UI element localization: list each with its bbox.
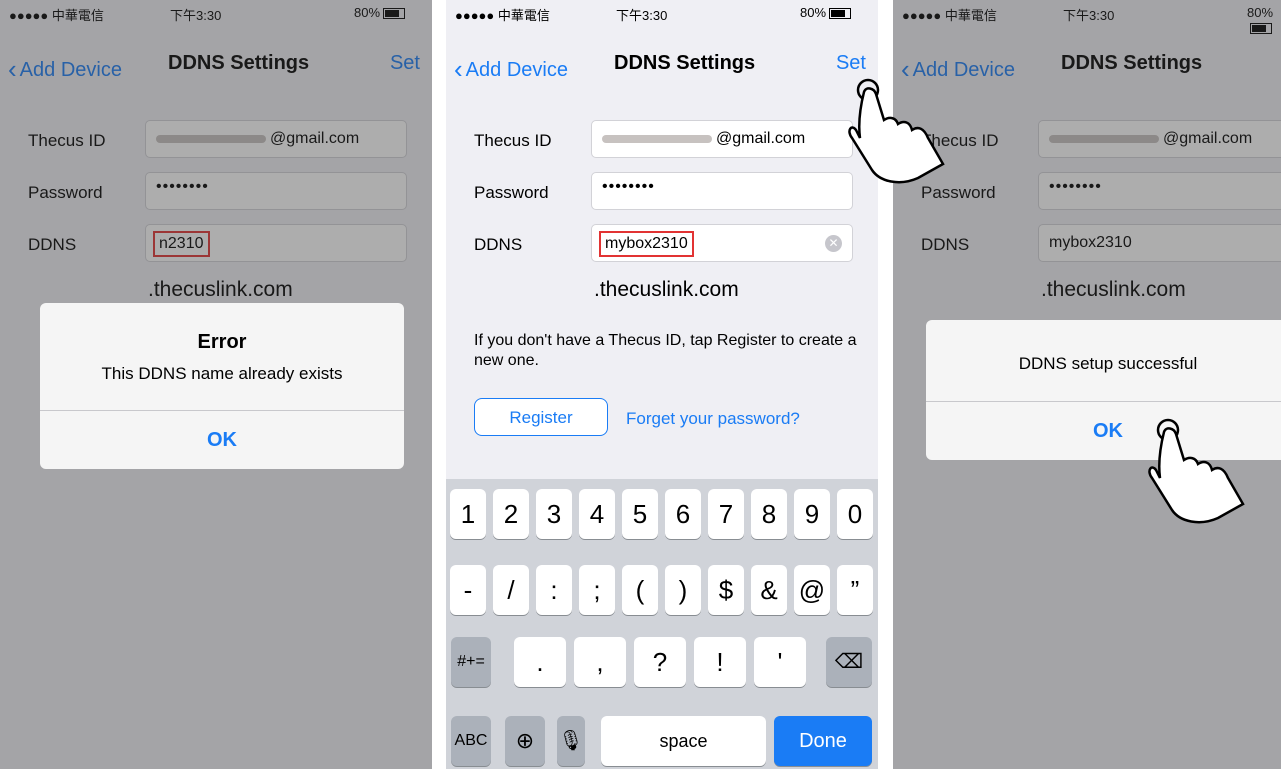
key-7[interactable]: 8 — [751, 489, 787, 539]
symbol-key-5[interactable]: ) — [665, 565, 701, 615]
ddns-label: DDNS — [474, 235, 523, 254]
key-8[interactable]: 9 — [794, 489, 830, 539]
password-label: Password — [474, 183, 549, 202]
symbol-key-6[interactable]: $ — [708, 565, 744, 615]
page-title: DDNS Settings — [614, 52, 756, 74]
thecus-id-field[interactable]: @gmail.com — [591, 120, 853, 158]
ddns-field[interactable]: mybox2310 ✕ — [591, 224, 853, 262]
key-5[interactable]: 6 — [665, 489, 701, 539]
set-button[interactable]: Set — [836, 52, 866, 75]
tap-hand-icon — [848, 78, 945, 184]
symbol-key-1[interactable]: / — [493, 565, 529, 615]
globe-icon[interactable]: ⊕ — [505, 716, 545, 766]
key-2[interactable]: 3 — [536, 489, 572, 539]
ddns-value-highlight: mybox2310 — [599, 231, 694, 257]
ddns-row: DDNS mybox2310 ✕ — [446, 224, 878, 264]
abc-key[interactable]: ABC — [451, 716, 491, 766]
blurred-email — [602, 134, 712, 143]
done-key[interactable]: Done — [774, 716, 872, 766]
back-button[interactable]: ‹ Add Device — [454, 52, 568, 84]
key-1[interactable]: 2 — [493, 489, 529, 539]
backspace-icon[interactable]: ⌫ — [826, 637, 872, 687]
key-9[interactable]: 0 — [837, 489, 873, 539]
punct-key-1[interactable]: . — [514, 637, 566, 687]
clock: 下午3:30 — [616, 8, 668, 23]
punct-key-4[interactable]: ! — [694, 637, 746, 687]
carrier-label: ●●●●● 中華電信 — [455, 8, 550, 23]
status-bar: ●●●●● 中華電信 下午3:30 80% — [446, 0, 878, 24]
thecus-id-row: Thecus ID @gmail.com — [446, 120, 878, 160]
key-3[interactable]: 4 — [579, 489, 615, 539]
symbol-key-2[interactable]: : — [536, 565, 572, 615]
error-alert: Error This DDNS name already exists OK — [40, 303, 404, 469]
battery-indicator: 80% — [800, 5, 852, 20]
punct-key-3[interactable]: ? — [634, 637, 686, 687]
key-6[interactable]: 7 — [708, 489, 744, 539]
forgot-password-link[interactable]: Forget your password? — [626, 409, 800, 429]
symbol-key-4[interactable]: ( — [622, 565, 658, 615]
screen-ddns-form: ●●●●● 中華電信 下午3:30 80% ‹ Add Device DDNS S… — [446, 0, 878, 769]
ok-button[interactable]: OK — [40, 410, 404, 469]
chevron-left-icon: ‹ — [454, 54, 463, 84]
alert-title: Error — [197, 331, 247, 353]
alert-message: This DDNS name already exists — [101, 364, 343, 383]
battery-icon — [829, 8, 852, 20]
more-symbols-key[interactable]: #+= — [451, 637, 491, 687]
clear-icon[interactable]: ✕ — [825, 235, 842, 252]
space-key[interactable]: space — [601, 716, 766, 766]
key-4[interactable]: 5 — [622, 489, 658, 539]
register-hint: If you don't have a Thecus ID, tap Regis… — [474, 332, 857, 369]
password-row: Password •••••••• — [446, 172, 878, 212]
punct-key-2[interactable]: , — [574, 637, 626, 687]
alert-message: DDNS setup successful — [1018, 354, 1198, 373]
symbol-key-7[interactable]: & — [751, 565, 787, 615]
nav-bar: ‹ Add Device DDNS Settings Set — [446, 24, 878, 94]
symbol-key-0[interactable]: - — [450, 565, 486, 615]
symbol-key-9[interactable]: ” — [837, 565, 873, 615]
thecus-id-label: Thecus ID — [474, 131, 552, 150]
punct-key-5[interactable]: ' — [754, 637, 806, 687]
microphone-icon[interactable]: 🎙 — [557, 716, 585, 766]
domain-suffix: .thecuslink.com — [594, 278, 739, 301]
password-field[interactable]: •••••••• — [591, 172, 853, 210]
symbol-key-3[interactable]: ; — [579, 565, 615, 615]
register-button[interactable]: Register — [474, 398, 608, 436]
tap-hand-icon — [1148, 418, 1245, 524]
key-0[interactable]: 1 — [450, 489, 486, 539]
symbol-key-8[interactable]: @ — [794, 565, 830, 615]
screen-error: ●●●●● 中華電信 下午3:30 80% ‹ Add Device DDNS S… — [0, 0, 432, 769]
keyboard: 1234567890 - /:;() $ & @” #+=.,?! ' ABC ⊕ 🎙 s… — [446, 479, 878, 769]
